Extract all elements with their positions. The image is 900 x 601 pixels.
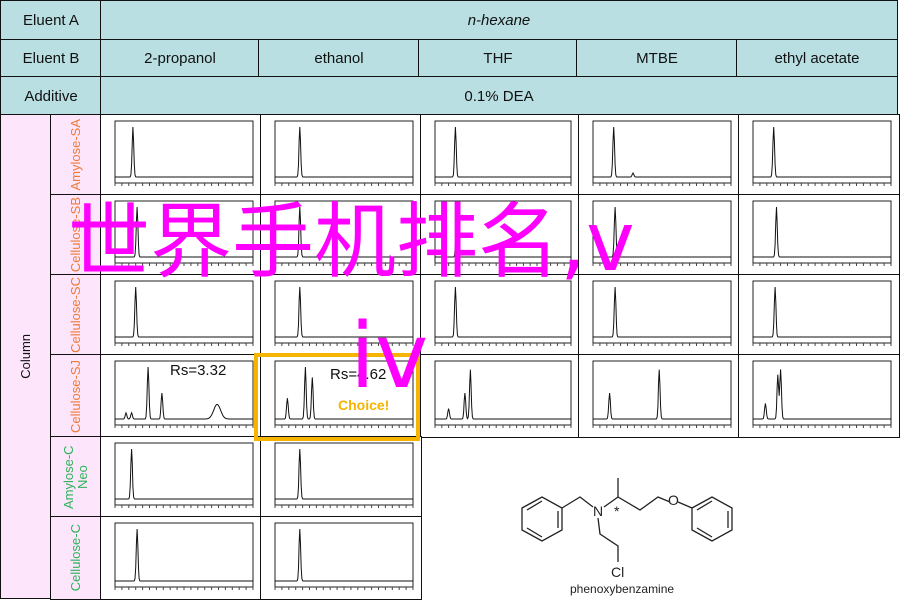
chromatogram bbox=[114, 522, 254, 590]
rs-label-1: Rs=3.32 bbox=[170, 362, 227, 379]
chromatogram bbox=[434, 120, 572, 186]
chromatogram-cell bbox=[738, 194, 900, 276]
plot-frame bbox=[114, 120, 254, 184]
row-label-4: Amylose-C Neo bbox=[50, 436, 102, 518]
atom-cl: Cl bbox=[611, 564, 624, 580]
chromatogram-cell bbox=[578, 114, 740, 196]
plot-frame bbox=[752, 200, 892, 264]
chromatogram-trace bbox=[435, 126, 571, 178]
molecule-name: phenoxybenzamine bbox=[570, 582, 675, 596]
eluent-b-label: Eluent B bbox=[0, 39, 102, 78]
chromatogram-trace bbox=[115, 448, 253, 500]
chromatogram-cell bbox=[420, 114, 580, 196]
chromatogram bbox=[752, 200, 892, 266]
chromatogram bbox=[274, 120, 414, 186]
atom-n: N bbox=[593, 503, 603, 519]
chromatogram-trace bbox=[593, 369, 731, 420]
row-label-3: Cellulose-SJ bbox=[50, 354, 102, 438]
chromatogram bbox=[114, 120, 254, 186]
chromatogram-cell bbox=[578, 354, 740, 438]
chromatogram-trace bbox=[435, 369, 571, 420]
eluent-b-2-propanol: 2-propanol bbox=[100, 39, 260, 78]
additive-value: 0.1% DEA bbox=[100, 76, 898, 116]
chromatogram-trace bbox=[753, 126, 891, 178]
plot-frame bbox=[274, 522, 414, 588]
chromatogram-trace bbox=[275, 126, 413, 178]
chromatogram-trace bbox=[593, 126, 731, 178]
eluent-b-ethanol: ethanol bbox=[258, 39, 420, 78]
chromatogram-trace bbox=[753, 286, 891, 338]
chromatogram-cell bbox=[100, 436, 262, 518]
chromatogram-cell bbox=[260, 114, 422, 196]
chromatogram bbox=[274, 442, 414, 508]
plot-frame bbox=[434, 360, 572, 426]
chromatogram-trace bbox=[593, 286, 731, 338]
chromatogram bbox=[592, 120, 732, 186]
chromatogram bbox=[752, 360, 892, 428]
row-label-text: Amylose-C Neo bbox=[61, 445, 90, 509]
chromatogram-trace bbox=[115, 126, 253, 178]
phenoxybenzamine-structure: N O Cl * bbox=[521, 478, 733, 580]
plot-frame bbox=[752, 360, 892, 426]
chromatogram bbox=[434, 360, 572, 428]
eluent-a-value: n-hexane bbox=[100, 0, 898, 41]
overlay-text-line2: iv bbox=[350, 304, 429, 409]
plot-frame bbox=[114, 442, 254, 506]
chromatogram-trace bbox=[275, 448, 413, 500]
chromatogram bbox=[752, 120, 892, 186]
row-label-text: Cellulose-C bbox=[68, 524, 83, 592]
plot-frame bbox=[274, 442, 414, 506]
atom-o: O bbox=[668, 492, 679, 508]
chromatogram bbox=[274, 522, 414, 590]
benzene-ring-left bbox=[521, 496, 563, 542]
eluent-a-label: Eluent A bbox=[0, 0, 102, 41]
benzene-ring-right bbox=[691, 496, 733, 542]
eluent-b-thf: THF bbox=[418, 39, 578, 78]
chromatogram-trace bbox=[753, 206, 891, 258]
chromatogram-cell bbox=[260, 436, 422, 518]
row-label-text: Cellulose-SJ bbox=[68, 359, 83, 433]
chromatogram-cell bbox=[100, 516, 262, 600]
chromatogram-cell bbox=[260, 516, 422, 600]
chromatogram-trace bbox=[115, 286, 253, 338]
stereocenter-mark: * bbox=[614, 503, 620, 519]
eluent-b-ethyl-acetate: ethyl acetate bbox=[736, 39, 898, 78]
chromatogram bbox=[752, 280, 892, 346]
column-label: Column bbox=[0, 114, 52, 599]
chromatogram-trace bbox=[275, 528, 413, 582]
row-label-text: Amylose-SA bbox=[68, 119, 83, 191]
eluent-b-mtbe: MTBE bbox=[576, 39, 738, 78]
chromatogram-trace bbox=[753, 369, 891, 420]
chromatogram-trace bbox=[435, 286, 571, 338]
chromatogram-cell bbox=[738, 274, 900, 356]
row-label-5: Cellulose-C bbox=[50, 516, 102, 600]
chromatogram bbox=[592, 360, 732, 428]
chromatogram bbox=[114, 442, 254, 508]
column-label-text: Column bbox=[18, 334, 33, 379]
overlay-text-line1: 世界手机排名,v bbox=[68, 195, 635, 290]
plot-frame bbox=[274, 120, 414, 184]
plot-frame bbox=[592, 360, 732, 426]
chromatogram-cell bbox=[420, 354, 580, 438]
chromatogram-trace bbox=[115, 528, 253, 582]
chromatogram-cell bbox=[100, 114, 262, 196]
chromatogram-cell bbox=[738, 114, 900, 196]
additive-label: Additive bbox=[0, 76, 102, 116]
row-label-0: Amylose-SA bbox=[50, 114, 102, 196]
chromatogram-cell bbox=[738, 354, 900, 438]
